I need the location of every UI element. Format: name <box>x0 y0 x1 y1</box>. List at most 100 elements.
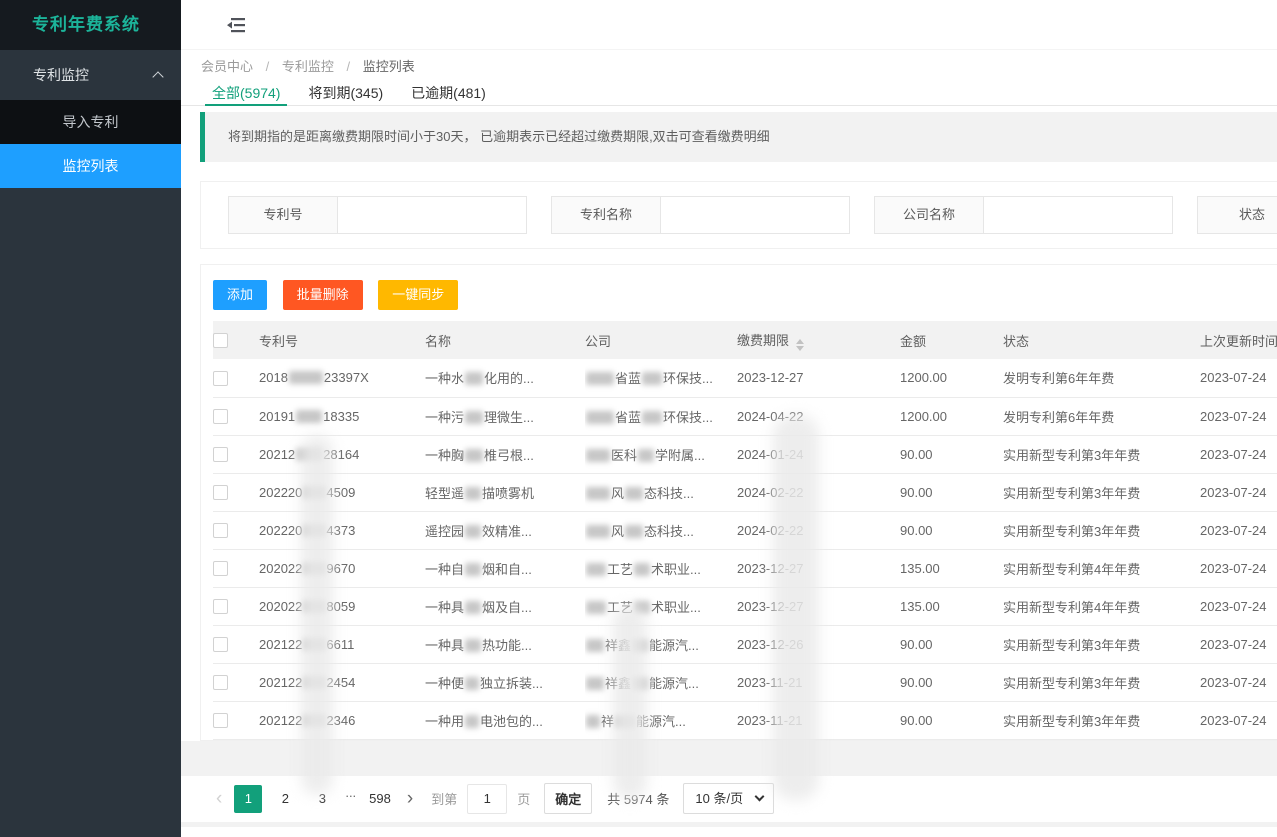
breadcrumb-member-center[interactable]: 会员中心 <box>201 59 253 74</box>
row-checkbox[interactable] <box>213 675 228 690</box>
company-cell: 工艺术职业... <box>585 587 737 625</box>
company-name-input[interactable] <box>984 196 1173 234</box>
page-button-598[interactable]: 598 <box>365 785 395 813</box>
patent-name-cell: 一种水化用的... <box>425 359 585 397</box>
row-checkbox[interactable] <box>213 371 228 386</box>
table-row[interactable]: 2021228164一种胸椎弓根...医科学附属...2024-01-2490.… <box>213 435 1277 473</box>
page-size-select[interactable]: 10 条/页 <box>683 783 774 814</box>
table-row[interactable]: 2022204509轻型遥描喷雾机风态科技...2024-02-2290.00实… <box>213 473 1277 511</box>
page-button-2[interactable]: 2 <box>271 785 299 813</box>
confirm-button[interactable]: 确定 <box>544 783 592 814</box>
page-button-1[interactable]: 1 <box>234 785 262 813</box>
main-content: 会员中心 / 专利监控 / 监控列表 全部(5974) 将到期(345) 已逾期… <box>181 0 1277 837</box>
deadline-cell: 2024-04-22 <box>737 397 900 435</box>
column-header-label: 上次更新时间 <box>1200 334 1277 349</box>
row-checkbox[interactable] <box>213 523 228 538</box>
updated-cell: 2023-07-24 <box>1200 625 1277 663</box>
breadcrumb-patent-monitor[interactable]: 专利监控 <box>282 59 334 74</box>
patent-no-cell: 2020228059 <box>259 587 425 625</box>
row-checkbox[interactable] <box>213 637 228 652</box>
tab-all[interactable]: 全部(5974) <box>205 83 287 105</box>
deadline-cell: 2024-02-22 <box>737 511 900 549</box>
status-filter-label: 状态 <box>1197 196 1277 234</box>
patent-no-input[interactable] <box>338 196 527 234</box>
patent-name-cell: 一种自烟和自... <box>425 549 585 587</box>
tab-overdue[interactable]: 已逾期(481) <box>404 83 493 105</box>
patent-name-cell: 一种便独立拆装... <box>425 663 585 701</box>
filter-group-patent-name: 专利名称 <box>551 196 850 248</box>
app-logo: 专利年费系统 <box>0 0 181 50</box>
column-header-5: 金额 <box>900 321 1003 359</box>
company-cell: 风态科技... <box>585 511 737 549</box>
table-row[interactable]: 2021222454一种便独立拆装...祥鑫能源汽...2023-11-2190… <box>213 663 1277 701</box>
page-unit-label: 页 <box>517 789 530 808</box>
sidebar-group-patent-monitor[interactable]: 专利监控 <box>0 50 181 100</box>
next-page-icon[interactable]: › <box>407 786 413 812</box>
row-checkbox[interactable] <box>213 409 228 424</box>
status-cell: 实用新型专利第4年年费 <box>1003 587 1200 625</box>
table-row[interactable]: 2021226611一种具热功能...祥鑫能源汽...2023-12-2690.… <box>213 625 1277 663</box>
table-row[interactable]: 2020228059一种具烟及自...工艺术职业...2023-12-27135… <box>213 587 1277 625</box>
sort-icon[interactable] <box>796 339 804 351</box>
page-button-3[interactable]: 3 <box>308 785 336 813</box>
patent-no-cell: 2021226611 <box>259 625 425 663</box>
row-checkbox[interactable] <box>213 599 228 614</box>
table-row[interactable]: 2020229670一种自烟和自...工艺术职业...2023-12-27135… <box>213 549 1277 587</box>
redacted-text <box>303 676 325 689</box>
amount-cell: 90.00 <box>900 701 1003 739</box>
redacted-text <box>303 524 325 537</box>
table-row[interactable]: 201823397X一种水化用的...省蓝环保技...2023-12-27120… <box>213 359 1277 397</box>
redacted-text <box>586 601 606 614</box>
column-header-label: 状态 <box>1003 334 1029 349</box>
amount-cell: 90.00 <box>900 663 1003 701</box>
amount-cell: 90.00 <box>900 511 1003 549</box>
deadline-cell: 2023-11-21 <box>737 701 900 739</box>
pagination-pages: 123...598 <box>234 785 404 813</box>
redacted-text <box>586 639 604 652</box>
status-cell: 发明专利第6年年费 <box>1003 359 1200 397</box>
top-header-bar <box>181 0 1277 50</box>
prev-page-icon[interactable]: ‹ <box>216 786 222 812</box>
row-checkbox[interactable] <box>213 447 228 462</box>
sidebar-item-import-patent[interactable]: 导入专利 <box>0 100 181 144</box>
row-checkbox[interactable] <box>213 561 228 576</box>
row-select-cell <box>213 549 259 587</box>
pagination-bar: ‹ 123...598 › 到第 页 确定 共 5974 条 10 条/页 <box>181 776 1277 822</box>
breadcrumb-separator: / <box>266 59 270 74</box>
sync-button[interactable]: 一键同步 <box>378 280 458 310</box>
goto-page-input[interactable] <box>467 784 507 814</box>
tab-expiring[interactable]: 将到期(345) <box>301 83 390 105</box>
redacted-text <box>296 448 322 461</box>
table-header-row: 专利号名称公司缴费期限金额状态上次更新时间 <box>213 321 1277 359</box>
table-row[interactable]: 2019118335一种污理微生...省蓝环保技...2024-04-22120… <box>213 397 1277 435</box>
updated-cell: 2023-07-24 <box>1200 397 1277 435</box>
patent-name-cell: 遥控园效精准... <box>425 511 585 549</box>
select-all-checkbox[interactable] <box>213 333 228 348</box>
add-button[interactable]: 添加 <box>213 280 267 310</box>
row-checkbox[interactable] <box>213 485 228 500</box>
column-header-4[interactable]: 缴费期限 <box>737 321 900 359</box>
breadcrumb-monitor-list: 监控列表 <box>363 59 415 74</box>
redacted-text <box>465 639 481 652</box>
table-panel: 添加 批量删除 一键同步 专利号名称公司缴费期限金额状态上次更新时间 20182… <box>200 264 1277 741</box>
redacted-text <box>586 715 600 728</box>
patent-no-cell: 2019118335 <box>259 397 425 435</box>
collapse-sidebar-icon[interactable] <box>226 17 246 33</box>
chevron-down-icon <box>755 792 765 802</box>
table-row[interactable]: 2022204373遥控园效精准...风态科技...2024-02-2290.0… <box>213 511 1277 549</box>
table-row[interactable]: 2021222346一种用电池包的...祥能源汽...2023-11-2190.… <box>213 701 1277 739</box>
row-checkbox[interactable] <box>213 713 228 728</box>
redacted-text <box>296 410 322 423</box>
breadcrumb: 会员中心 / 专利监控 / 监控列表 <box>181 50 1277 83</box>
patent-name-input[interactable] <box>661 196 850 234</box>
row-select-cell <box>213 587 259 625</box>
row-select-cell <box>213 663 259 701</box>
deadline-cell: 2023-11-21 <box>737 663 900 701</box>
redacted-text <box>586 372 614 385</box>
sidebar-item-monitor-list[interactable]: 监控列表 <box>0 144 181 188</box>
column-header-2: 名称 <box>425 321 585 359</box>
column-header-1: 专利号 <box>259 321 425 359</box>
company-cell: 医科学附属... <box>585 435 737 473</box>
deadline-cell: 2023-12-27 <box>737 587 900 625</box>
batch-delete-button[interactable]: 批量删除 <box>283 280 363 310</box>
